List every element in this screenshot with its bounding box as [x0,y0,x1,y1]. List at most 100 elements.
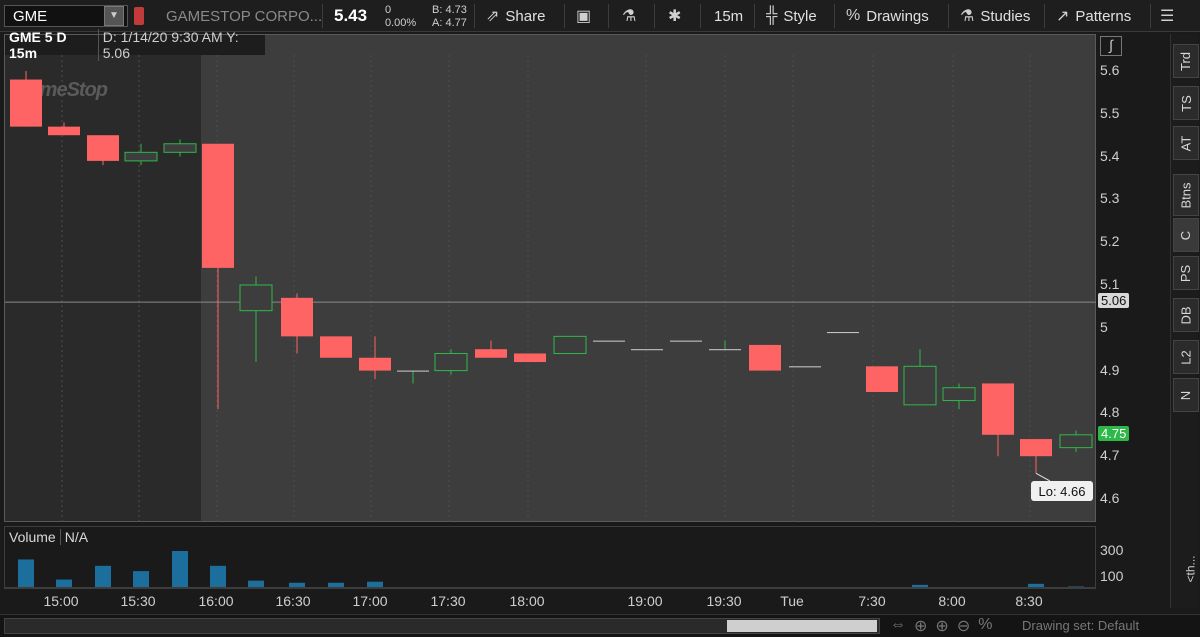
volume-axis-label: 100 [1100,568,1124,584]
share-button[interactable]: ⇗ Share [486,4,545,28]
sidebar-tab-label: TS [1178,94,1194,112]
style-button[interactable]: ╬ Style [766,4,817,28]
zoom-controls: ⇔ ⊕ ⊕ ⊖ % [890,616,992,636]
timeframe-label: 15m [714,7,744,25]
volume-title: Volume [9,529,56,545]
sidebar-tab-ts[interactable]: TS [1173,86,1199,120]
sidebar-tab-n[interactable]: N [1173,378,1199,412]
volume-axis: 300 100 [1096,526,1168,588]
price-axis-label: 4.9 [1100,361,1120,378]
time-axis-label: 18:00 [509,593,545,609]
candle [1020,439,1052,474]
volume-bar [56,579,72,587]
bid-ask: B: 4.73 A: 4.77 [432,4,467,30]
candle-body [903,365,937,406]
time-axis-label: 17:00 [352,593,388,609]
bid-value: B: 4.73 [432,4,467,16]
collapsed-gadget-label[interactable]: <th... [1184,555,1198,582]
zoom-out-icon[interactable]: ⊖ [957,616,970,636]
drawing-set-label[interactable]: Drawing set: Default [1022,618,1139,633]
price-axis[interactable]: ∫ 5.6 5.5 5.4 5.3 5.2 5.1 5 4.9 4.8 4.7 4.6 5.06 4.7… [1096,34,1168,522]
link-flag-icon[interactable] [134,7,144,25]
volume-bar [133,571,149,587]
percent-icon[interactable]: % [978,616,992,636]
candle [631,349,663,351]
crosshair-info: D: 1/14/20 9:30 AM Y: 5.06 [97,29,265,61]
symbol-dropdown-button[interactable]: ▼ [104,6,124,26]
settings-button[interactable]: ✱ [668,4,681,28]
candle [866,366,898,392]
time-axis-label: 15:30 [120,593,156,609]
alert-button[interactable]: ▣ [576,4,591,28]
volume-bar [367,581,383,587]
candle-body [281,297,313,337]
price-axis-label: 4.6 [1100,490,1120,506]
right-sidebar: <th... Trd TS AT Btns C PS DB L2 N [1170,34,1199,608]
studies-button[interactable]: ⚗ Studies [960,4,1030,28]
sidebar-tab-label: Trd [1178,51,1194,71]
price-axis-label: 5 [1100,318,1108,335]
time-axis[interactable]: 15:00 15:30 16:00 16:30 17:00 17:30 18:00 19:00… [4,588,1096,614]
divider [654,4,655,28]
candle [789,366,821,368]
sidebar-tab-l2[interactable]: L2 [1173,340,1199,374]
sidebar-tab-trd[interactable]: Trd [1173,44,1199,78]
sidebar-tab-c[interactable]: C [1173,218,1199,252]
patterns-button[interactable]: ↗ Patterns [1056,4,1131,28]
candle [709,340,741,351]
divider [834,4,835,28]
divider [754,4,755,28]
alert-icon: ▣ [576,8,592,25]
candle-body [10,79,42,127]
flask-icon: ⚗ [622,8,637,25]
candle-body [982,383,1014,435]
last-price: 5.43 [334,6,368,25]
price-axis-label: 5.4 [1100,147,1120,164]
time-scrollbar[interactable] [4,618,880,634]
time-axis-label: 15:00 [43,593,79,609]
candle-body [709,349,741,351]
autoscale-icon[interactable]: ∫ [1100,36,1122,56]
price-chart[interactable]: GameStop Lo: 4.66 GME 5 D 15m D: 1/14/20… [4,29,1097,523]
candlestick-chart: Lo: 4.66 [5,55,1097,523]
time-axis-label: Tue [780,593,804,609]
candle [10,71,42,127]
time-axis-label: 17:30 [430,593,466,609]
sidebar-tab-at[interactable]: AT [1173,126,1199,160]
sidebar-tab-label: L2 [1178,349,1194,365]
scrollbar-thumb[interactable] [727,620,877,632]
candle [48,122,80,136]
volume-bar [210,565,226,587]
chart-toolbar: GME ▼ GAMESTOP CORPO... 5.43 0 0.00% B: … [0,0,1200,32]
low-label-text: Lo: 4.66 [1039,484,1086,499]
divider [1150,4,1151,28]
timeframe-button[interactable]: 15m [714,4,743,28]
company-name: GAMESTOP CORPO... [166,8,323,25]
candle-body [553,335,587,354]
percent-icon: % [846,7,861,24]
flask-button[interactable]: ⚗ [622,4,636,28]
menu-button[interactable]: ☰ [1160,4,1174,28]
volume-bar [1068,586,1084,587]
volume-panel[interactable]: Volume N/A [4,526,1096,588]
candle [749,344,781,371]
volume-axis-label: 300 [1100,542,1124,558]
volume-bar [248,580,264,587]
candle [553,335,587,354]
candle-body [48,126,80,136]
pan-icon[interactable]: ⇔ [890,616,906,636]
sidebar-tab-db[interactable]: DB [1173,298,1199,332]
candle-body [87,135,119,161]
candle [434,349,468,375]
sidebar-tab-btns[interactable]: Btns [1173,174,1199,216]
price-axis-label: 5.6 [1100,62,1120,78]
low-label-leader [1035,472,1051,482]
candle [982,383,1014,457]
drawings-button[interactable]: % Drawings [846,4,929,28]
candle-body [631,349,663,351]
candle-body [593,340,625,342]
candle-body [514,353,546,363]
crosshair-icon[interactable]: ⊕ [914,616,927,636]
zoom-in-icon[interactable]: ⊕ [935,616,948,636]
sidebar-tab-ps[interactable]: PS [1173,256,1199,290]
